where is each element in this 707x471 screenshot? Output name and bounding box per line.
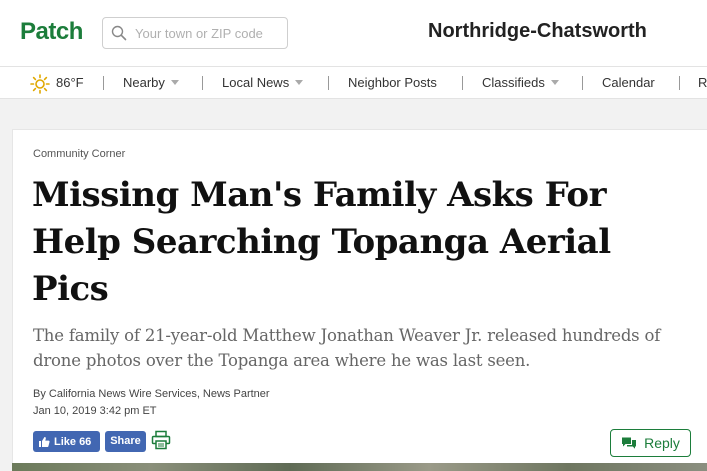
article-photo[interactable] — [12, 463, 707, 471]
article-summary: The family of 21-year-old Matthew Jonath… — [33, 326, 661, 370]
sun-icon — [30, 74, 50, 94]
chevron-down-icon — [550, 80, 559, 85]
nav-item-label: Calendar — [602, 75, 655, 90]
article-headline: Missing Man's Family Asks For Help Searc… — [32, 175, 611, 309]
nav-item-nearby[interactable]: Nearby — [123, 67, 179, 98]
nav-divider — [328, 76, 329, 90]
patch-logo[interactable]: Patch — [20, 18, 83, 46]
nav-item-classifieds[interactable]: Classifieds — [482, 67, 559, 98]
weather-temp[interactable]: 86°F — [56, 67, 84, 98]
nav-item-label: R — [698, 75, 707, 90]
nav-divider — [582, 76, 583, 90]
nav-item-label: Nearby — [123, 75, 165, 90]
nav-item-neighbor-posts[interactable]: Neighbor Posts — [348, 67, 437, 98]
nav-divider — [202, 76, 203, 90]
chevron-down-icon — [295, 80, 304, 85]
search-icon — [111, 25, 127, 41]
facebook-share-button[interactable]: Share — [105, 431, 146, 452]
facebook-like-button[interactable]: Like 66 — [33, 431, 100, 452]
chat-bubbles-icon — [622, 437, 637, 449]
search-box[interactable] — [102, 17, 288, 49]
nav-item-label: Local News — [222, 75, 290, 90]
reply-label: Reply — [644, 435, 680, 451]
nav-divider — [462, 76, 463, 90]
nav-item-real-estate[interactable]: R — [698, 67, 707, 98]
print-icon[interactable] — [151, 430, 171, 450]
nav-item-local-news[interactable]: Local News — [222, 67, 304, 98]
article-timestamp: Jan 10, 2019 3:42 pm ET — [33, 405, 157, 417]
search-input[interactable] — [135, 25, 285, 41]
article-card: Community Corner Missing Man's Family As… — [12, 129, 707, 471]
main-nav: 86°F Nearby Local News Neighbor Posts Cl… — [0, 66, 707, 99]
article-byline: By California News Wire Services, News P… — [33, 388, 270, 400]
nav-item-calendar[interactable]: Calendar — [602, 67, 655, 98]
reply-button[interactable]: Reply — [610, 429, 691, 457]
nav-item-label: Neighbor Posts — [348, 75, 437, 90]
site-header: Patch Northridge-Chatsworth — [0, 0, 707, 66]
nav-divider — [103, 76, 104, 90]
chevron-down-icon — [170, 80, 179, 85]
nav-item-label: Classifieds — [482, 75, 545, 90]
nav-divider — [679, 76, 680, 90]
thumbs-up-icon — [39, 436, 50, 447]
like-label: Like 66 — [54, 435, 92, 448]
article-category[interactable]: Community Corner — [33, 148, 125, 160]
town-name[interactable]: Northridge-Chatsworth — [428, 20, 647, 43]
